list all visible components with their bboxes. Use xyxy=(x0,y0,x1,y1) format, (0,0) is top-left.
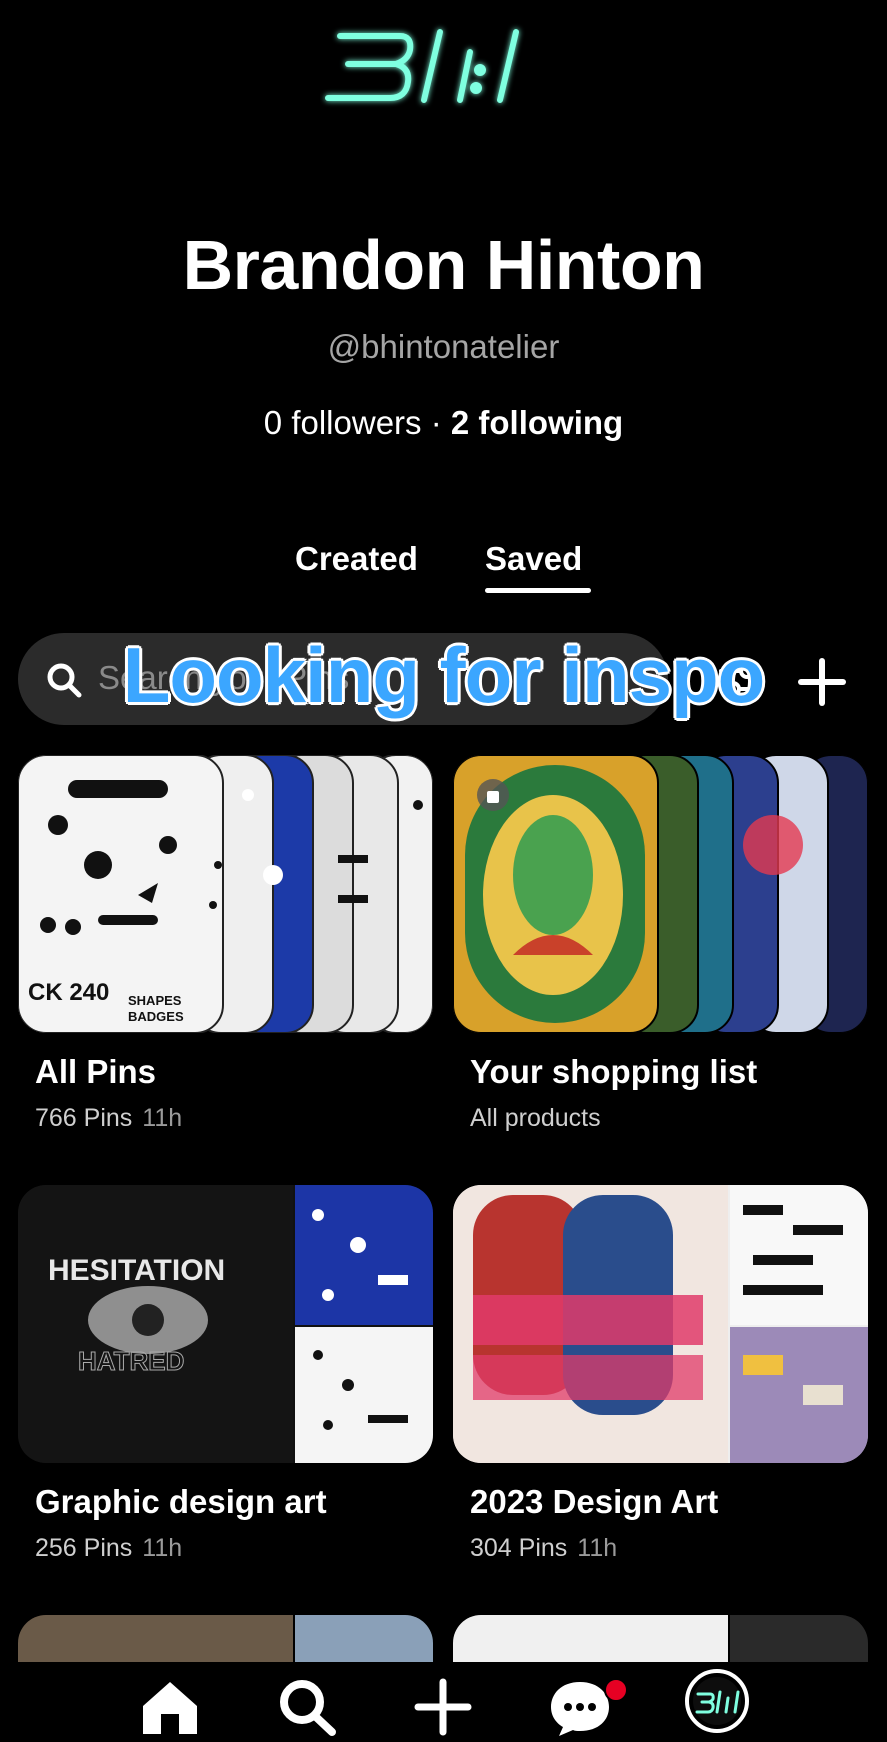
board-title: Graphic design art xyxy=(35,1483,327,1520)
profile-handle: @bhintonatelier xyxy=(327,328,560,365)
board-cover-collage xyxy=(453,1185,868,1463)
follow-stats: 0 followers · 2 following xyxy=(0,404,887,442)
messages-icon[interactable] xyxy=(545,1672,615,1738)
svg-text:HATRED: HATRED xyxy=(78,1346,184,1376)
profile-name: Brandon Hinton xyxy=(182,226,705,304)
board-title: Your shopping list xyxy=(470,1053,758,1090)
brand-logo xyxy=(325,29,519,103)
svg-text:SHAPES: SHAPES xyxy=(128,993,182,1008)
svg-text:HESITATION: HESITATION xyxy=(48,1254,225,1287)
board-age: 11h xyxy=(142,1104,183,1132)
followers-count[interactable]: 0 followers xyxy=(264,404,422,441)
board-meta: 304 Pins 11h xyxy=(470,1534,617,1563)
board-cover-partial[interactable] xyxy=(453,1615,868,1665)
create-icon[interactable] xyxy=(408,1672,478,1738)
active-tab-indicator xyxy=(485,588,591,593)
video-caption-overlay: Looking for inspo xyxy=(122,631,766,719)
home-icon[interactable] xyxy=(135,1672,205,1738)
search-icon[interactable] xyxy=(272,1672,342,1738)
tab-saved[interactable]: Saved xyxy=(485,540,582,578)
following-count[interactable]: 2 following xyxy=(451,404,623,441)
board-age: 11h xyxy=(577,1534,618,1562)
board-cover-collage: HESITATION HATRED xyxy=(18,1185,433,1463)
board-title: All Pins xyxy=(35,1053,157,1090)
board-subtitle: All products xyxy=(470,1104,601,1132)
board-age: 11h xyxy=(142,1534,183,1562)
notification-dot xyxy=(604,1678,628,1702)
svg-text:BADGES: BADGES xyxy=(128,1009,184,1024)
board-cover-collage: CK 240 SHAPES BADGES xyxy=(18,755,433,1033)
board-cover-collage xyxy=(453,755,868,1033)
board-meta: 256 Pins 11h xyxy=(35,1534,182,1563)
profile-avatar[interactable] xyxy=(684,1668,750,1734)
board-pin-count: 766 Pins xyxy=(35,1104,133,1132)
board-meta: 766 Pins 11h xyxy=(35,1104,182,1133)
stats-separator: · xyxy=(421,404,451,441)
board-meta: All products xyxy=(470,1104,601,1133)
svg-text:CK 240: CK 240 xyxy=(28,979,109,1006)
board-title: 2023 Design Art xyxy=(470,1483,719,1520)
tab-created[interactable]: Created xyxy=(295,540,418,578)
board-pin-count: 304 Pins xyxy=(470,1534,568,1562)
board-cover-partial[interactable] xyxy=(18,1615,433,1665)
board-pin-count: 256 Pins xyxy=(35,1534,133,1562)
